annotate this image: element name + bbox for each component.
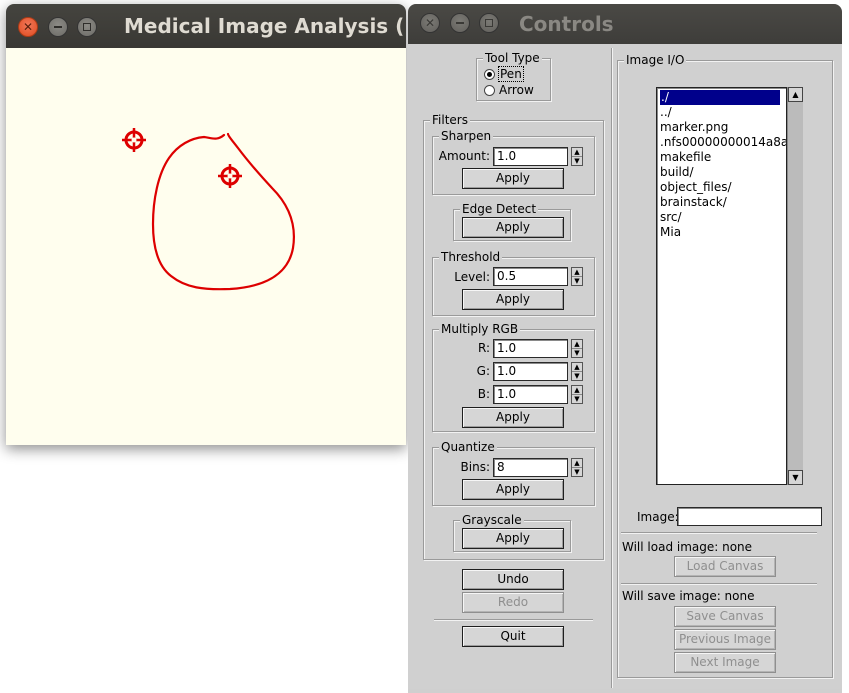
sharpen-apply-button[interactable]: Apply [462,168,564,189]
image-label: Image: [637,510,679,524]
threshold-label: Threshold [439,250,503,264]
minimize-icon[interactable] [48,17,68,37]
arrow-radio[interactable]: Arrow [484,83,534,97]
scroll-down-icon[interactable]: ▼ [788,470,803,485]
quantize-bins-input[interactable]: 8 [493,458,568,477]
threshold-apply-button[interactable]: Apply [462,289,564,310]
image-input[interactable] [677,507,822,526]
b-spinner[interactable]: ▲ ▼ [571,385,583,404]
multiply-rgb-label: Multiply RGB [439,322,521,336]
b-input[interactable]: 1.0 [493,385,568,404]
file-list-item[interactable]: src/ [660,210,682,225]
g-label: G: [476,364,490,378]
close-icon[interactable]: ✕ [420,13,440,33]
r-input[interactable]: 1.0 [493,339,568,358]
sharpen-amount-input[interactable]: 1.0 [493,147,568,166]
r-spinner[interactable]: ▲ ▼ [571,339,583,358]
load-canvas-button[interactable]: Load Canvas [674,556,776,577]
file-list-item[interactable]: .nfs00000000014a8a [660,135,786,150]
r-label: R: [477,341,490,355]
filters-label: Filters [430,113,470,127]
image-io-label: Image I/O [624,53,687,67]
grayscale-apply-button[interactable]: Apply [462,528,564,549]
amount-label: Amount: [438,149,490,163]
g-spinner[interactable]: ▲ ▼ [571,362,583,381]
level-label: Level: [454,270,490,284]
file-list-item[interactable]: build/ [660,165,694,180]
grayscale-label: Grayscale [460,513,524,527]
arrow-radio-label: Arrow [499,83,534,97]
multiply-rgb-apply-button[interactable]: Apply [462,407,564,428]
scroll-up-icon[interactable]: ▲ [788,87,803,102]
marker-crosshair-icon [218,164,242,188]
quantize-apply-button[interactable]: Apply [462,479,564,500]
file-listbox[interactable]: ./ ../ marker.png .nfs00000000014a8a mak… [656,87,787,485]
window-title: Medical Image Analysis (M [124,14,406,38]
will-save-text: Will save image: none [622,589,755,603]
drawing-layer [122,128,295,291]
file-list-item[interactable]: ./ [660,90,780,105]
next-image-button[interactable]: Next Image [674,652,776,673]
controls-window: ✕ Controls Tool Type Pen Arrow Filters S… [408,4,842,693]
quantize-label: Quantize [439,440,497,454]
tool-type-group: Tool Type Pen Arrow [476,51,551,101]
minimize-icon[interactable] [450,13,470,33]
will-load-text: Will load image: none [622,540,753,554]
edge-detect-apply-button[interactable]: Apply [462,217,564,238]
quantize-bins-spinner[interactable]: ▲ ▼ [571,458,583,477]
controls-body: Tool Type Pen Arrow Filters Sharpen Amou… [408,44,842,689]
quit-button[interactable]: Quit [462,626,564,647]
file-list-item[interactable]: object_files/ [660,180,732,195]
pen-stroke [151,132,295,291]
threshold-level-input[interactable]: 0.5 [493,267,568,286]
maximize-icon[interactable] [77,17,97,37]
save-canvas-button[interactable]: Save Canvas [674,606,776,627]
threshold-level-spinner[interactable]: ▲ ▼ [571,267,583,286]
edge-detect-label: Edge Detect [460,202,539,216]
file-list-item[interactable]: marker.png [660,120,728,135]
file-list-scrollbar[interactable]: ▲ ▼ [787,87,803,485]
marker-crosshair-icon [122,128,146,152]
b-label: B: [477,387,490,401]
file-list-item[interactable]: ../ [660,105,672,120]
file-list-item[interactable]: Mia [660,225,681,240]
maximize-icon[interactable] [479,13,499,33]
file-list-item[interactable]: brainstack/ [660,195,727,210]
tool-type-label: Tool Type [483,51,542,65]
file-list-item[interactable]: makefile [660,150,711,165]
window-title: Controls [519,12,614,36]
g-input[interactable]: 1.0 [493,362,568,381]
controls-titlebar[interactable]: ✕ Controls [408,4,842,44]
mia-titlebar[interactable]: ✕ Medical Image Analysis (M [6,4,406,48]
previous-image-button[interactable]: Previous Image [674,629,776,650]
bins-label: Bins: [460,460,490,474]
redo-button[interactable]: Redo [462,592,564,613]
column-divider [611,48,613,688]
undo-button[interactable]: Undo [462,569,564,590]
drawing-canvas[interactable] [6,48,406,445]
mia-canvas-window: ✕ Medical Image Analysis (M [6,4,406,445]
pen-radio[interactable]: Pen [484,66,524,82]
close-icon[interactable]: ✕ [18,17,38,37]
pen-radio-label: Pen [498,66,524,82]
divider [621,532,817,534]
divider [621,583,817,585]
sharpen-amount-spinner[interactable]: ▲ ▼ [571,147,583,166]
divider [434,619,593,621]
sharpen-label: Sharpen [439,129,494,143]
